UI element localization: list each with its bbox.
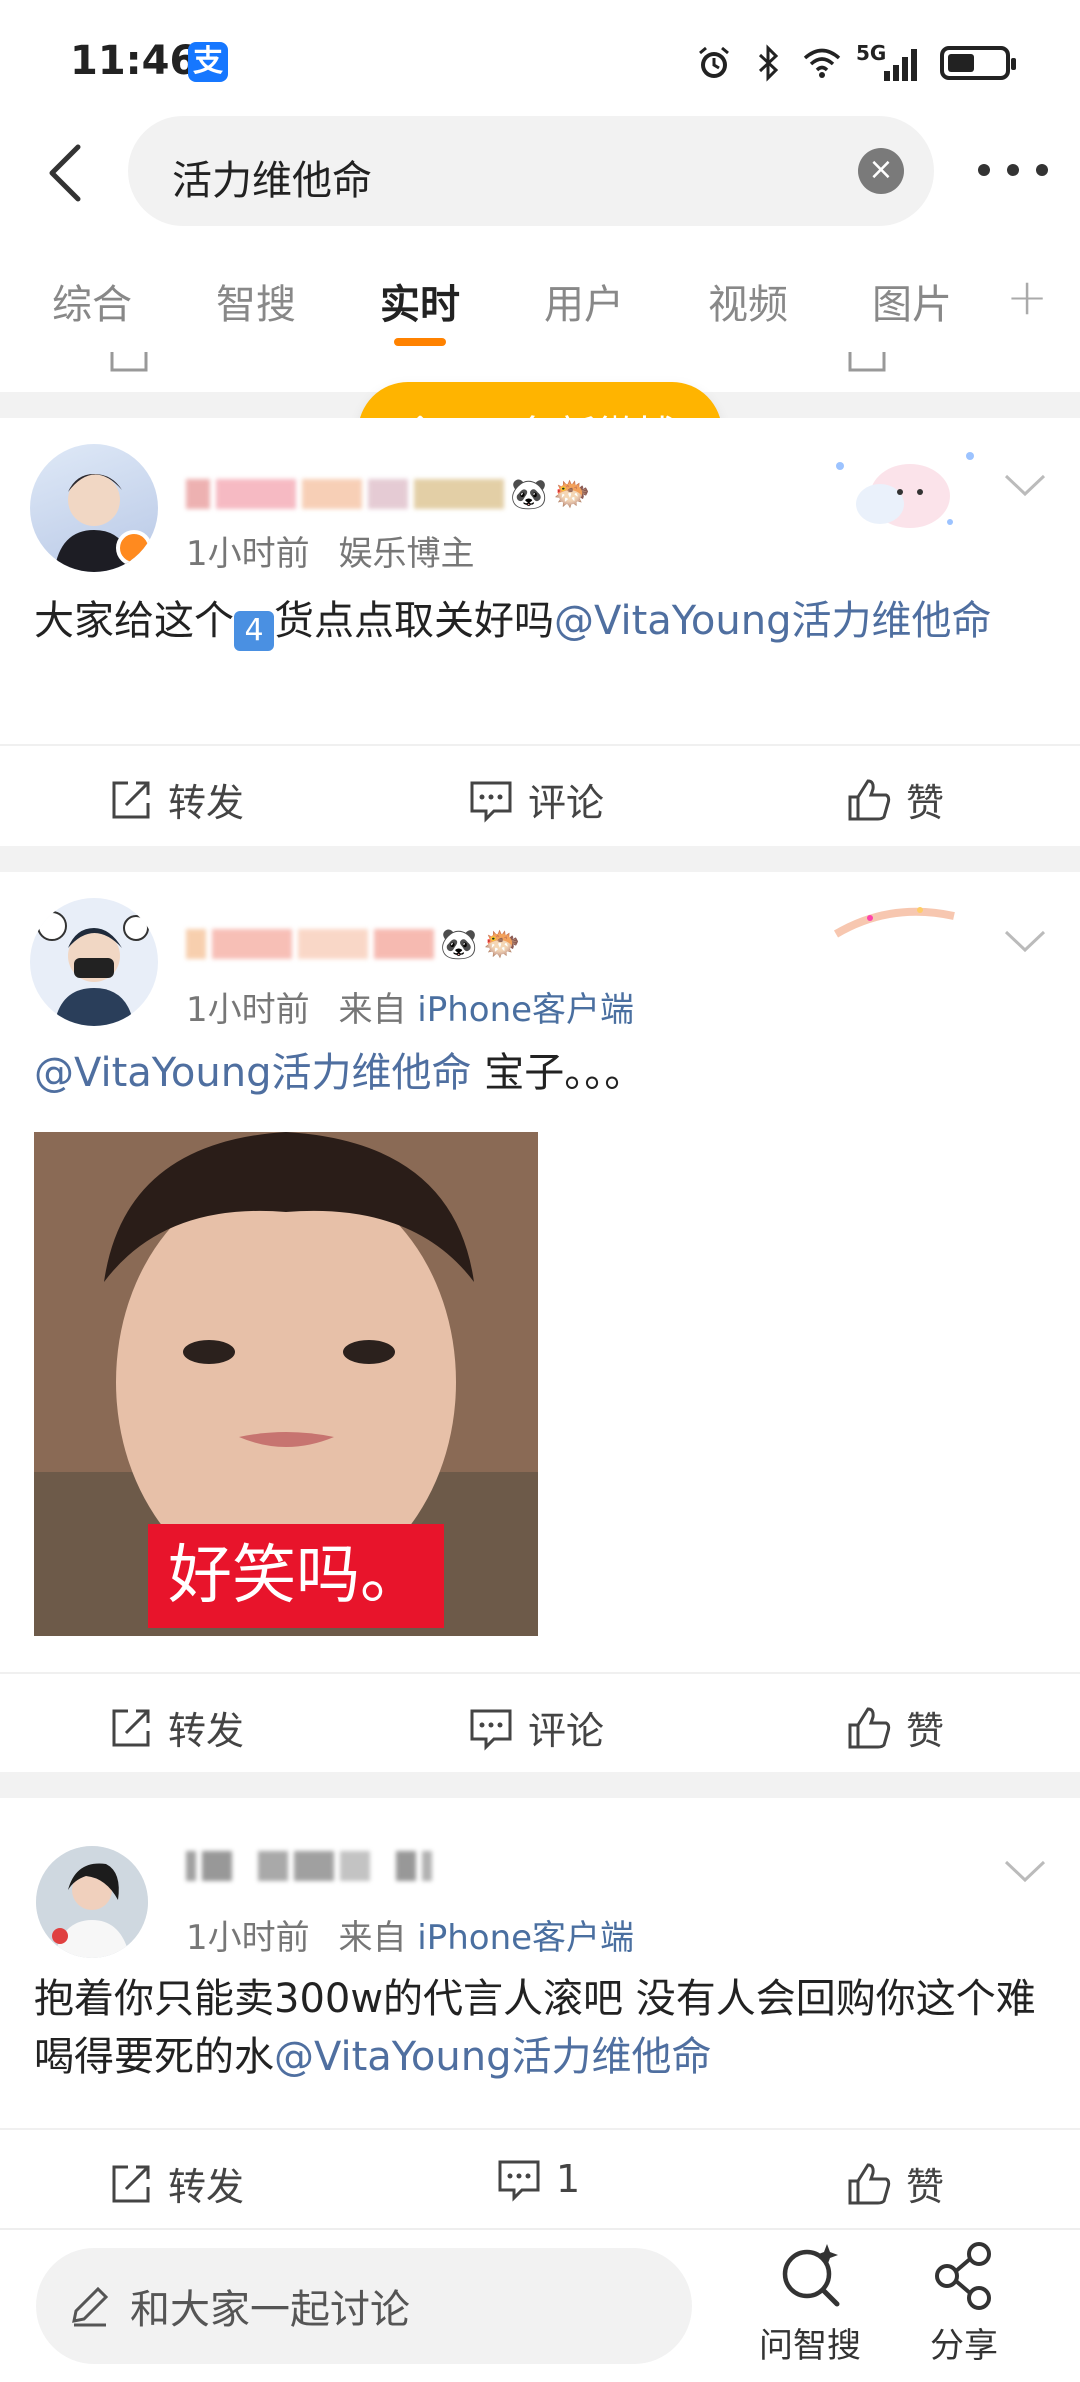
repost-icon — [110, 352, 148, 372]
like-icon — [848, 1706, 891, 1748]
active-tab-indicator — [394, 338, 446, 346]
mention-link[interactable]: @VitaYoung活力维他命 — [554, 598, 991, 644]
comment-button[interactable]: 评论 — [468, 772, 604, 827]
chevron-down-icon[interactable] — [1002, 1856, 1048, 1886]
search-tabs: 综合 智搜 实时 用户 视频 图片 + — [0, 252, 1080, 352]
post-text: 大家给这个 4 货点点取关好吗@VitaYoung活力维他命 — [34, 592, 1044, 651]
post-time: 1小时前 — [186, 534, 310, 574]
repost-button[interactable]: 转发 — [108, 2156, 244, 2211]
separator — [0, 846, 1080, 872]
chevron-down-icon[interactable] — [1002, 926, 1048, 956]
clear-search-button[interactable]: × — [858, 148, 904, 194]
post-actions: 转发 评论 赞 — [0, 744, 1080, 844]
panda-emoji-icon: 🐼 — [440, 926, 478, 962]
avatar[interactable] — [30, 898, 158, 1026]
separator — [0, 1772, 1080, 1798]
alarm-icon — [699, 46, 729, 78]
fish-emoji-icon: 🐡 — [553, 476, 591, 512]
avatar-image — [36, 1846, 148, 1958]
discussion-input[interactable]: 和大家一起讨论 — [36, 2248, 692, 2364]
more-options-button[interactable] — [978, 150, 1048, 190]
clear-icon: × — [868, 152, 894, 187]
back-arrow-icon — [49, 144, 81, 202]
fish-emoji-icon: 🐡 — [483, 926, 521, 962]
smart-search-icon — [782, 2244, 840, 2307]
back-button[interactable] — [36, 138, 96, 208]
tab-zhisou[interactable]: 智搜 — [216, 272, 296, 330]
post-meta: 1小时前 娱乐博主 — [186, 526, 474, 575]
post-text: 抱着你只能卖300w的代言人滚吧 没有人会回购你这个难喝得要死的水@VitaYo… — [34, 1976, 1036, 2080]
tab-tupian[interactable]: 图片 — [872, 272, 952, 330]
tab-zonghe[interactable]: 综合 — [52, 272, 132, 330]
username-redacted[interactable]: 🐼 🐡 — [186, 474, 591, 514]
repost-icon — [112, 781, 150, 818]
bluetooth-icon — [758, 44, 779, 82]
mention-link[interactable]: @VitaYoung活力维他命 — [34, 1050, 471, 1096]
comment-icon — [498, 2160, 540, 2202]
tab-shishi[interactable]: 实时 — [380, 272, 460, 330]
share-button[interactable]: 分享 — [904, 2240, 1024, 2367]
post-meta: 1小时前 来自 iPhone客户端 — [186, 990, 635, 1030]
post-time: 1小时前 — [186, 1918, 310, 1958]
post-source[interactable]: iPhone客户端 — [417, 1918, 634, 1958]
signal-5g-icon: 5G — [856, 41, 926, 83]
battery-icon — [940, 46, 1016, 80]
sparkle-decoration-icon — [833, 907, 955, 938]
post-source[interactable]: iPhone客户端 — [417, 990, 634, 1030]
username-redacted[interactable] — [186, 1846, 432, 1886]
tab-shipin[interactable]: 视频 — [708, 272, 788, 330]
search-query: 活力维他命 — [172, 158, 372, 204]
comment-icon — [470, 781, 512, 823]
post-card-1: 🐼 🐡 1小时前 娱乐博主 大家给这个 4 货点点取关好吗@VitaYoung活力维… — [0, 418, 1080, 846]
post-actions: 转发 评论 赞 — [0, 1672, 1080, 1772]
tab-yonghu[interactable]: 用户 — [544, 272, 624, 330]
post-source: 娱乐博主 — [338, 534, 475, 574]
status-time: 11:46 — [70, 38, 198, 84]
repost-button[interactable]: 转发 — [108, 1700, 244, 1755]
like-icon — [848, 352, 886, 372]
like-icon — [848, 2162, 891, 2204]
repost-button[interactable]: 转发 — [108, 772, 244, 827]
like-icon — [848, 778, 891, 820]
share-icon — [935, 2242, 991, 2310]
discussion-placeholder: 和大家一起讨论 — [130, 2287, 410, 2333]
alipay-notification-icon: 支 — [188, 42, 228, 82]
comment-icon — [470, 1709, 512, 1751]
like-button[interactable]: 赞 — [846, 772, 944, 827]
avatar[interactable] — [36, 1846, 148, 1958]
keycap-emoji: 4 — [234, 611, 274, 651]
image-caption: 好笑吗。 — [148, 1524, 444, 1628]
post-image[interactable]: 好笑吗。 — [34, 1132, 538, 1636]
mention-link[interactable]: @VitaYoung活力维他命 — [274, 2034, 711, 2080]
post-time: 1小时前 — [186, 990, 310, 1030]
avatar-image — [54, 474, 152, 572]
like-button[interactable]: 赞 — [846, 2156, 944, 2211]
status-icons: 5G — [694, 40, 1016, 86]
wifi-icon — [803, 48, 841, 78]
repost-icon — [112, 2165, 150, 2202]
sticker-decoration-icon — [836, 452, 974, 528]
post-actions: 转发 1 赞 — [0, 2128, 1080, 2228]
username-redacted[interactable]: 🐼 🐡 — [186, 924, 521, 964]
post-text: @VitaYoung活力维他命 宝子。。。 — [34, 1050, 645, 1096]
post-card-3: 1小时前 来自 iPhone客户端 抱着你只能卖300w的代言人滚吧 没有人会回… — [0, 1798, 1080, 2228]
chevron-down-icon[interactable] — [1002, 470, 1048, 500]
status-bar: 11:46 支 5G — [0, 0, 1080, 120]
search-input[interactable]: 活力维他命 × — [128, 116, 934, 226]
like-button[interactable]: 赞 — [846, 1700, 944, 1755]
ask-smart-search-button[interactable]: 问智搜 — [750, 2240, 870, 2367]
avatar-image — [37, 911, 149, 1026]
app-root: 11:46 支 5G 活力维他命 × 综合 智搜 实时 用户 视频 图片 + 🐼… — [0, 0, 1080, 2382]
comment-button[interactable]: 1 — [496, 2156, 580, 2202]
add-tab-button[interactable]: + — [1006, 268, 1048, 326]
post-meta: 1小时前 来自 iPhone客户端 — [186, 1918, 635, 1958]
more-icon — [978, 164, 990, 176]
bottom-bar: 和大家一起讨论 问智搜 分享 — [0, 2228, 1080, 2382]
comment-button[interactable]: 评论 — [468, 1700, 604, 1755]
pencil-icon — [72, 2286, 109, 2327]
repost-icon — [112, 1709, 150, 1746]
panda-emoji-icon: 🐼 — [510, 476, 548, 512]
avatar[interactable] — [30, 444, 158, 572]
